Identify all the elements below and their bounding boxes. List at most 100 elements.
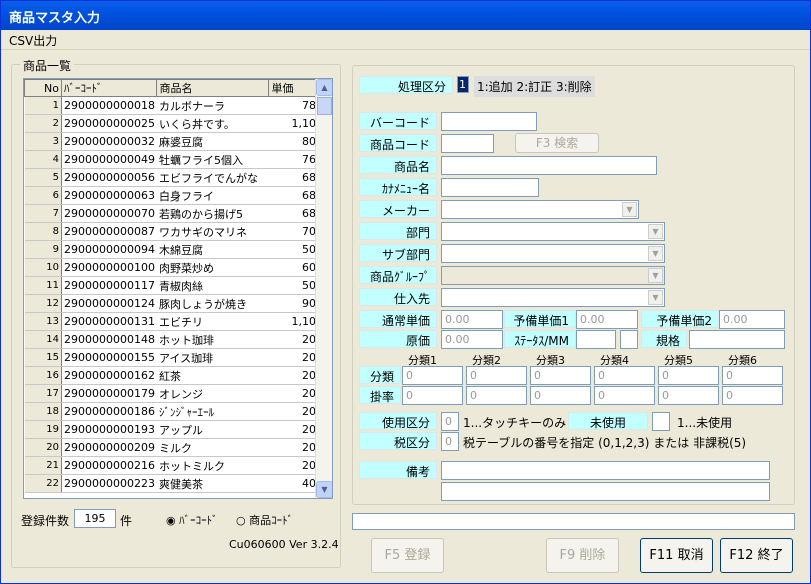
table-row[interactable]: 12 2900000000124 豚肉しょうが焼き 900	[24, 294, 325, 313]
radio-code[interactable]: ○ 商品ｺｰﾄﾞ	[236, 512, 293, 528]
bunrui-input-1[interactable]: 0	[402, 366, 463, 385]
mishiyo-label: 未使用	[568, 412, 648, 430]
bunrui-input-3[interactable]: 0	[530, 366, 591, 385]
cell-barcode: 2900000000216	[61, 456, 157, 475]
search-button[interactable]: F3 検索	[515, 133, 599, 153]
table-row[interactable]: 22 2900000000223 爽健美茶 400	[24, 474, 325, 493]
shori-label: 処理区分	[359, 76, 453, 94]
cell-barcode: 2900000000155	[61, 348, 157, 367]
bumon-select[interactable]: ▼	[441, 222, 665, 241]
cell-no: 3	[24, 132, 62, 151]
kikaku-input[interactable]	[689, 330, 785, 349]
cell-name: 肉野菜炒め	[156, 258, 269, 277]
col-no: No	[24, 79, 62, 97]
subbumon-select[interactable]: ▼	[441, 244, 665, 263]
radio-barcode[interactable]: ◉ ﾊﾞｰｺｰﾄﾞ	[166, 512, 218, 528]
exit-button[interactable]: F12 終了	[720, 538, 793, 573]
kakeritsu-input-1[interactable]: 0	[402, 386, 463, 405]
table-row[interactable]: 13 2900000000131 エビチリ 1,100	[24, 312, 325, 331]
cell-name: 爽健美茶	[156, 474, 269, 493]
name-input[interactable]	[441, 156, 657, 175]
group-select[interactable]: ▼	[441, 266, 665, 285]
shiyo-input[interactable]: 0	[441, 412, 459, 431]
yobi1-input[interactable]: 0.00	[576, 310, 638, 329]
menu-csv-export[interactable]: CSV出力	[9, 34, 57, 48]
table-row[interactable]: 3 2900000000032 麻婆豆腐 800	[24, 132, 325, 151]
table-row[interactable]: 20 2900000000209 ミルク 200	[24, 438, 325, 457]
cell-no: 14	[24, 330, 62, 349]
product-grid[interactable]: No ﾊﾞｰｺｰﾄﾞ 商品名 単価 1 2900000000018 カルボナーラ 78…	[23, 78, 333, 499]
table-row[interactable]: 5 2900000000056 エビフライでんがな 680	[24, 168, 325, 187]
chevron-down-icon: ▼	[648, 268, 663, 283]
table-row[interactable]: 10 2900000000100 肉野菜炒め 600	[24, 258, 325, 277]
col-barcode: ﾊﾞｰｺｰﾄﾞ	[60, 79, 158, 97]
table-row[interactable]: 4 2900000000049 牡蠣フライ5個入 760	[24, 150, 325, 169]
table-row[interactable]: 2 2900000000025 いくら丼です。 1,100	[24, 114, 325, 133]
table-row[interactable]: 14 2900000000148 ホット珈琲 200	[24, 330, 325, 349]
barcode-input[interactable]	[441, 112, 537, 131]
title-bar: 商品マスタ入力	[1, 1, 810, 30]
shiyo-hint: 1...タッチキーのみ	[463, 416, 567, 430]
code-input[interactable]	[441, 134, 494, 153]
cell-barcode: 2900000000193	[61, 420, 157, 439]
table-row[interactable]: 16 2900000000162 紅茶 200	[24, 366, 325, 385]
kana-input[interactable]	[441, 178, 539, 197]
biko-input-1[interactable]	[441, 461, 770, 480]
cancel-button[interactable]: F11 取消	[640, 538, 713, 573]
cell-barcode: 2900000000124	[61, 294, 157, 313]
table-row[interactable]: 11 2900000000117 青椒肉絲 500	[24, 276, 325, 295]
scroll-up-icon[interactable]: ▲	[316, 79, 332, 96]
status-label: ｽﾃｰﾀｽ/MM	[504, 330, 576, 348]
zei-hint: 税テーブルの番号を指定 (0,1,2,3) または 非課税(5)	[463, 436, 747, 450]
mishiyo-input[interactable]	[652, 412, 670, 431]
bunrui-input-4[interactable]: 0	[594, 366, 655, 385]
table-row[interactable]: 19 2900000000193 アップル 200	[24, 420, 325, 439]
table-row[interactable]: 17 2900000000179 オレンジ 200	[24, 384, 325, 403]
count-unit: 件	[120, 514, 133, 528]
yobi2-input[interactable]: 0.00	[719, 310, 785, 329]
scroll-down-icon[interactable]: ▼	[316, 481, 332, 498]
table-row[interactable]: 18 2900000000186 ｼﾞﾝｼﾞｬｰｴｰﾙ 200	[24, 402, 325, 421]
tsujo-input[interactable]: 0.00	[441, 310, 503, 329]
cell-barcode: 2900000000209	[61, 438, 157, 457]
status-bar	[352, 513, 795, 530]
kakeritsu-input-4[interactable]: 0	[594, 386, 655, 405]
kakeritsu-input-2[interactable]: 0	[466, 386, 527, 405]
table-row[interactable]: 7 2900000000070 若鶏のから揚げ5 680	[24, 204, 325, 223]
register-button[interactable]: F5 登録	[371, 538, 444, 573]
biko-input-2[interactable]	[441, 482, 770, 501]
group-label: 商品ｸﾞﾙｰﾌﾟ	[359, 266, 437, 284]
kakeritsu-input-5[interactable]: 0	[658, 386, 719, 405]
kakeritsu-input-6[interactable]: 0	[722, 386, 783, 405]
shiire-select[interactable]: ▼	[441, 288, 665, 307]
bunrui-input-5[interactable]: 0	[658, 366, 719, 385]
delete-button[interactable]: F9 削除	[546, 538, 619, 573]
table-row[interactable]: 1 2900000000018 カルボナーラ 788	[24, 96, 325, 115]
mm-input[interactable]	[620, 330, 638, 349]
grid-scrollbar[interactable]: ▲ ▼	[315, 79, 332, 498]
zei-input[interactable]: 0	[441, 432, 459, 451]
table-row[interactable]: 8 2900000000087 ワカサギのマリネ 700	[24, 222, 325, 241]
cell-name: ｼﾞﾝｼﾞｬｰｴｰﾙ	[156, 402, 269, 421]
table-row[interactable]: 15 2900000000155 アイス珈琲 200	[24, 348, 325, 367]
menu-bar: CSV出力	[1, 30, 810, 50]
genka-input[interactable]: 0.00	[441, 330, 503, 349]
table-row[interactable]: 9 2900000000094 木綿豆腐 500	[24, 240, 325, 259]
status-input[interactable]	[576, 330, 616, 349]
cell-barcode: 2900000000186	[61, 402, 157, 421]
table-row[interactable]: 6 2900000000063 白身フライ 680	[24, 186, 325, 205]
maker-select[interactable]: ▼	[441, 200, 639, 219]
cell-no: 15	[24, 348, 62, 367]
cell-name: カルボナーラ	[156, 96, 269, 115]
cell-name: オレンジ	[156, 384, 269, 403]
table-row[interactable]: 21 2900000000216 ホットミルク 200	[24, 456, 325, 475]
cell-no: 13	[24, 312, 62, 331]
scroll-thumb[interactable]	[317, 97, 332, 115]
cell-no: 2	[24, 114, 62, 133]
kakeritsu-input-3[interactable]: 0	[530, 386, 591, 405]
bunrui-input-2[interactable]: 0	[466, 366, 527, 385]
bunrui-input-6[interactable]: 0	[722, 366, 783, 385]
shiyo-label: 使用区分	[359, 412, 437, 430]
shori-input[interactable]: 1	[457, 76, 469, 93]
cell-no: 17	[24, 384, 62, 403]
